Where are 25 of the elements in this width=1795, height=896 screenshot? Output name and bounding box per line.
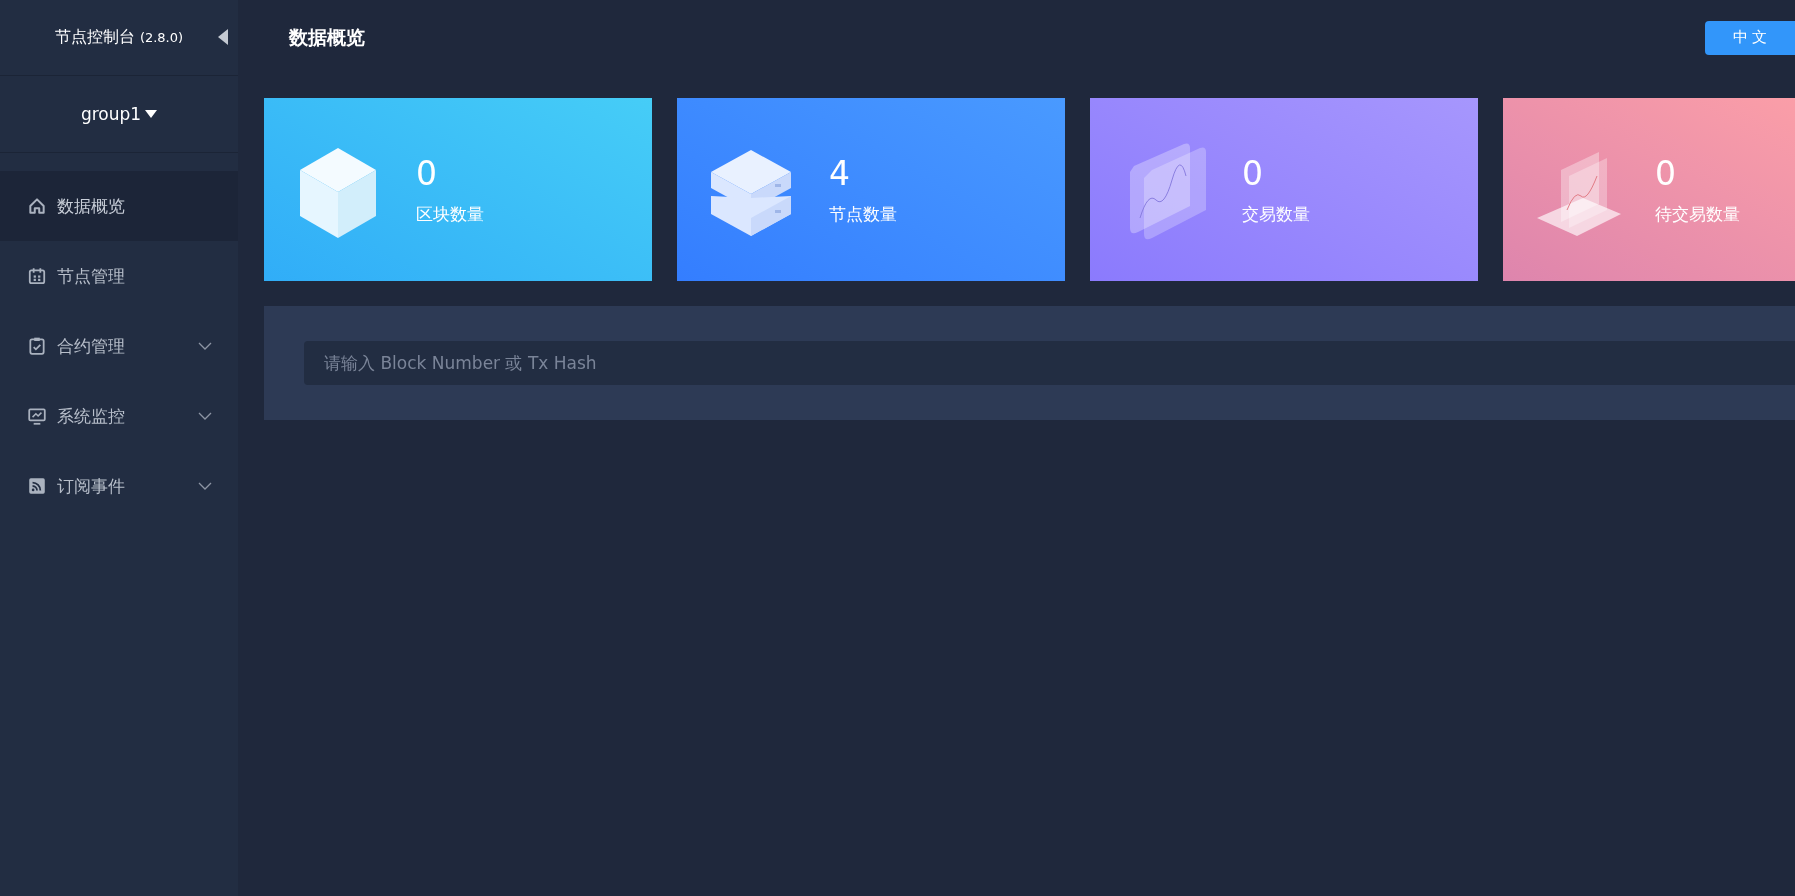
stat-label: 交易数量 xyxy=(1242,202,1310,226)
version-label: (2.8.0) xyxy=(139,30,184,45)
menu-item[interactable]: 合约管理 xyxy=(0,311,238,381)
menu-item[interactable]: 数据概览 xyxy=(0,171,238,241)
page-title: 数据概览 xyxy=(289,24,365,50)
menu-item[interactable]: 系统监控 xyxy=(0,381,238,451)
menu-icon xyxy=(27,406,47,426)
stat-value: 0 xyxy=(1655,153,1677,193)
menu-icon xyxy=(27,476,47,496)
stat-value: 0 xyxy=(1242,153,1264,193)
menu-icon xyxy=(27,266,47,286)
search-field[interactable]: 请输入 Block Number 或 Tx Hash xyxy=(304,341,1795,385)
menu-item[interactable]: 节点管理 xyxy=(0,241,238,311)
app-title: 节点控制台 xyxy=(54,27,135,48)
caret-icon xyxy=(145,110,158,118)
menu-item[interactable]: 订阅事件 xyxy=(0,451,238,521)
stat-label: 区块数量 xyxy=(416,202,484,226)
stat-value: 0 xyxy=(416,153,438,193)
stat-value: 4 xyxy=(829,153,851,193)
group-dropdown[interactable]: group1 xyxy=(80,104,158,124)
stat-label: 节点数量 xyxy=(829,202,897,226)
menu-icon xyxy=(27,196,47,216)
menu-icon xyxy=(27,336,47,356)
collapse-icon[interactable] xyxy=(218,29,228,45)
stat-label: 待交易数量 xyxy=(1655,202,1740,226)
